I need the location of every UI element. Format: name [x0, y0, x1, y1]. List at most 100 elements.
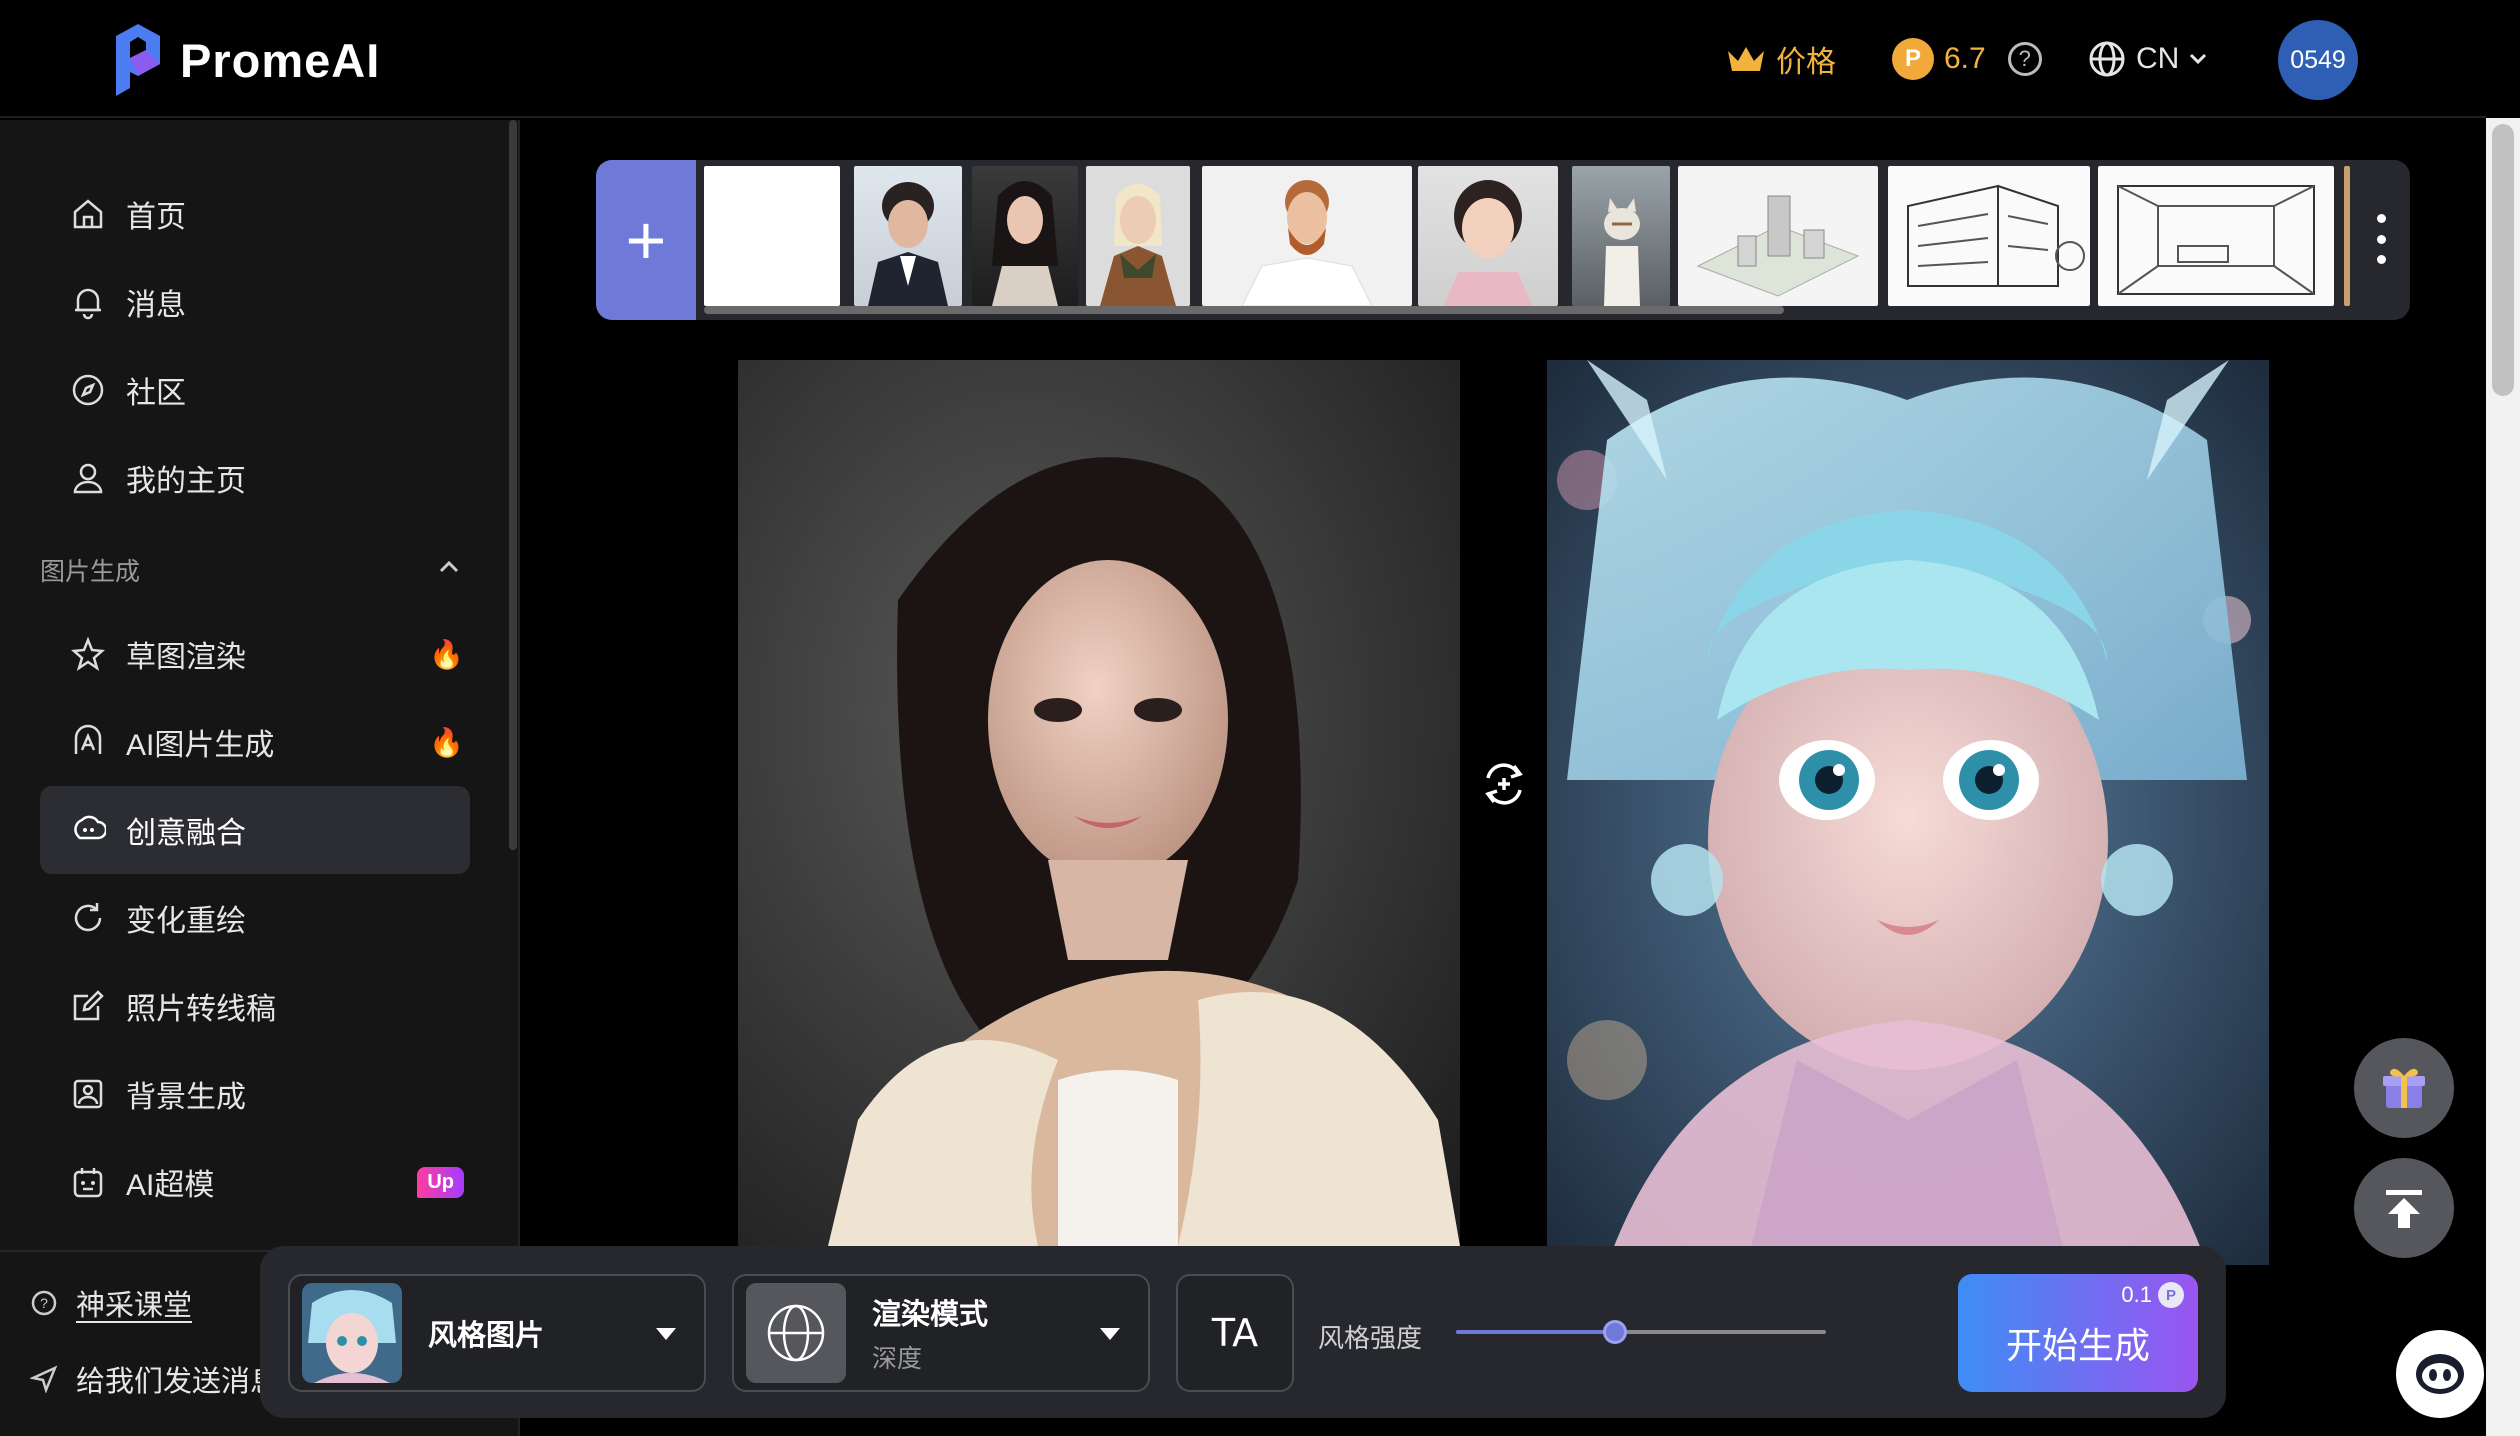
- sidebar-item-label: 变化重绘: [126, 905, 246, 938]
- home-icon: [70, 196, 106, 232]
- sidebar-item-label: 我的主页: [126, 465, 246, 498]
- template-thumb[interactable]: [1888, 166, 2090, 306]
- generate-label: 开始生成: [2005, 1325, 2150, 1366]
- sidebar-item-sketch-render[interactable]: 草图渲染 🔥: [40, 610, 470, 698]
- send-icon: [30, 1365, 58, 1393]
- user-avatar[interactable]: 0549: [2278, 20, 2358, 100]
- help-icon[interactable]: ?: [2007, 42, 2042, 76]
- strip-scrollbar[interactable]: [704, 306, 1784, 314]
- chatbot-icon: [2416, 1354, 2464, 1394]
- promeai-logo-icon: [116, 24, 160, 96]
- gift-button[interactable]: [2354, 1038, 2454, 1138]
- sidebar-item-community[interactable]: 社区: [40, 346, 470, 434]
- style-image[interactable]: [1547, 360, 2269, 1265]
- style-strength-slider[interactable]: [1456, 1320, 1826, 1344]
- template-thumb[interactable]: [1086, 166, 1190, 306]
- slider-fill: [1456, 1330, 1616, 1334]
- gift-icon: [2383, 1068, 2425, 1108]
- globe-icon: [2089, 41, 2125, 77]
- edit-icon: [70, 988, 106, 1024]
- fusion-icon: [70, 812, 106, 848]
- refresh-icon: [70, 900, 106, 936]
- dropdown-caret-icon: [656, 1328, 676, 1340]
- sidebar-item-label: 背景生成: [126, 1081, 246, 1114]
- template-thumb[interactable]: [2098, 166, 2334, 306]
- course-link[interactable]: ? 神采课堂: [30, 1282, 192, 1324]
- section-image-generation[interactable]: 图片生成: [40, 552, 470, 588]
- hot-fire-icon: 🔥: [429, 638, 464, 670]
- sidebar-item-ai-image[interactable]: AI图片生成 🔥: [40, 698, 470, 786]
- language-selector[interactable]: CN: [2088, 30, 2207, 88]
- template-thumb[interactable]: [1202, 166, 1412, 306]
- sidebar-item-photo-to-lineart[interactable]: 照片转线稿: [40, 962, 470, 1050]
- brand-name: PromeAI: [180, 33, 381, 87]
- sidebar-item-ai-model[interactable]: AI超模 Up: [40, 1138, 470, 1226]
- coin-icon: P: [2158, 1282, 2184, 1308]
- credits-value: 6.7: [1944, 42, 1986, 75]
- chat-assistant-button[interactable]: [2396, 1330, 2484, 1418]
- template-thumb[interactable]: [1572, 166, 1670, 306]
- up-badge: Up: [417, 1166, 464, 1198]
- template-thumb[interactable]: [972, 166, 1078, 306]
- start-generate-button[interactable]: 开始生成 0.1 P: [1958, 1274, 2198, 1392]
- credits-display[interactable]: P 6.7 ?: [1892, 30, 2042, 88]
- render-mode-icon: [746, 1283, 846, 1383]
- add-image-button[interactable]: +: [596, 160, 696, 320]
- template-thumb[interactable]: [2344, 166, 2350, 306]
- sidebar-item-home[interactable]: 首页: [40, 170, 470, 258]
- render-mode-text: 渲染模式 深度: [872, 1291, 988, 1375]
- text-prompt-button[interactable]: TA: [1176, 1274, 1294, 1392]
- generation-toolbar: 风格图片 渲染模式 深度 TA 风格强度 开始生成 0.1 P: [260, 1246, 2226, 1418]
- compass-icon: [70, 372, 106, 408]
- text-format-icon: TA: [1211, 1311, 1259, 1355]
- template-thumb[interactable]: [1418, 166, 1558, 306]
- page-scrollbar-thumb[interactable]: [2492, 124, 2514, 396]
- sidebar-item-creative-fusion[interactable]: 创意融合: [40, 786, 470, 874]
- bell-icon: [70, 284, 106, 320]
- template-thumb[interactable]: [854, 166, 962, 306]
- template-strip: +: [596, 160, 2410, 320]
- template-thumb[interactable]: [704, 166, 840, 306]
- sketch-icon: [70, 636, 106, 672]
- price-link[interactable]: 价格: [1726, 30, 1836, 88]
- logo[interactable]: PromeAI: [108, 22, 380, 98]
- back-to-top-button[interactable]: [2354, 1158, 2454, 1258]
- style-image-select[interactable]: 风格图片: [288, 1274, 706, 1392]
- chevron-down-icon: [2190, 53, 2207, 65]
- sidebar-item-label: AI超模: [126, 1169, 215, 1202]
- price-label: 价格: [1776, 46, 1836, 79]
- sidebar-item-label: 草图渲染: [126, 641, 246, 674]
- slider-knob[interactable]: [1603, 1320, 1628, 1344]
- template-thumb[interactable]: [1678, 166, 1878, 306]
- feedback-label: 给我们发送消息: [76, 1366, 280, 1398]
- generate-cost-value: 0.1: [2121, 1282, 2152, 1307]
- arrow-up-to-top-icon: [2386, 1190, 2422, 1228]
- swap-images-icon[interactable]: [1478, 758, 1530, 810]
- sidebar: 首页 消息 社区 我的主页 图片生成 草图渲染 🔥 AI图片生成 🔥 创意融合 …: [0, 120, 520, 1436]
- svg-text:?: ?: [40, 1295, 48, 1311]
- language-label: CN: [2136, 42, 2180, 75]
- page-scrollbar[interactable]: [2486, 118, 2520, 1436]
- sidebar-item-label: AI图片生成: [126, 729, 275, 762]
- sidebar-item-messages[interactable]: 消息: [40, 258, 470, 346]
- help-circle-icon: ?: [31, 1290, 57, 1316]
- sidebar-scrollbar[interactable]: [509, 120, 517, 850]
- top-header: PromeAI 价格 P 6.7 ? CN 0549: [0, 0, 2486, 118]
- sidebar-item-my-page[interactable]: 我的主页: [40, 434, 470, 522]
- user-icon: [70, 460, 106, 496]
- sidebar-item-label: 创意融合: [126, 817, 246, 850]
- style-strength-label: 风格强度: [1318, 1323, 1423, 1353]
- sidebar-item-label: 首页: [126, 201, 186, 234]
- feedback-link[interactable]: 给我们发送消息: [30, 1358, 279, 1400]
- style-select-label: 风格图片: [428, 1320, 545, 1352]
- sidebar-item-variation[interactable]: 变化重绘: [40, 874, 470, 962]
- content-image[interactable]: [738, 360, 1460, 1246]
- sidebar-item-label: 社区: [126, 377, 186, 410]
- more-vertical-icon[interactable]: [2376, 214, 2386, 264]
- hot-fire-icon: 🔥: [429, 726, 464, 758]
- render-mode-select[interactable]: 渲染模式 深度: [732, 1274, 1150, 1392]
- ai-image-icon: [70, 724, 106, 760]
- sidebar-item-background[interactable]: 背景生成: [40, 1050, 470, 1138]
- course-label: 神采课堂: [76, 1290, 193, 1322]
- coin-icon: P: [1892, 38, 1934, 80]
